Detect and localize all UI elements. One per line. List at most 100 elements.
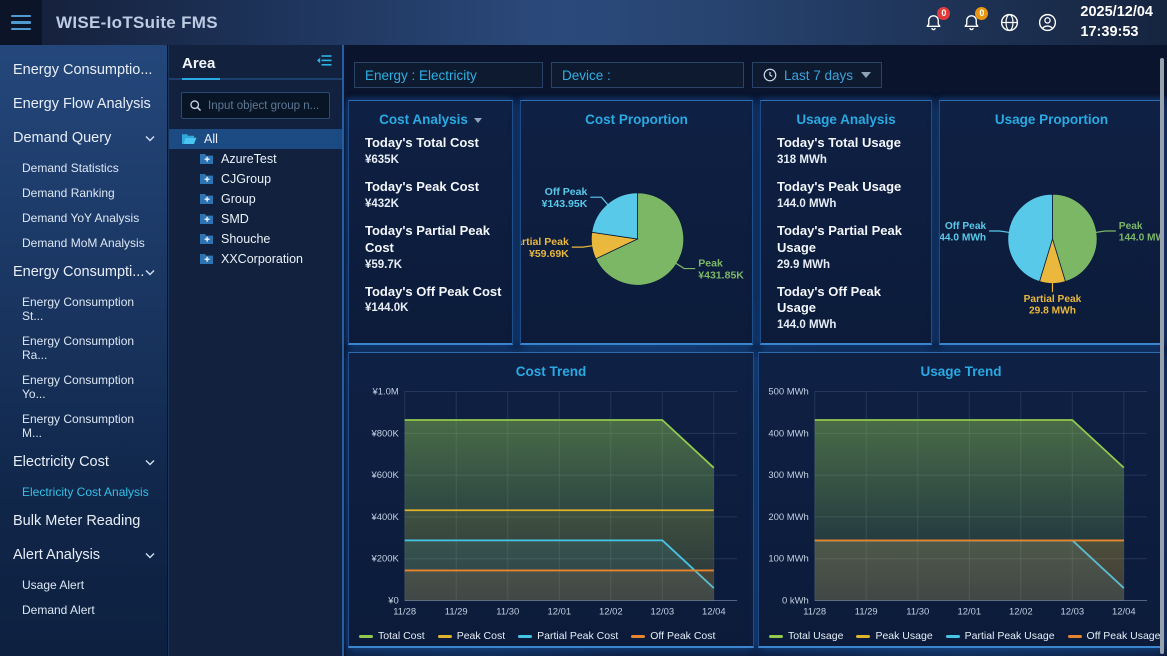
sidebar-item-label: Demand MoM Analysis [22,236,145,250]
usage-proportion-pie-chart[interactable]: Peak144.0 MWhPartial Peak29.8 MWhOff Pea… [940,129,1163,337]
stat-today-s-peak-cost: Today's Peak Cost¥432K [365,179,504,210]
sidebar-item-alert-analysis[interactable]: Alert Analysis [0,538,167,572]
legend-color-dash [856,635,870,638]
sidebar-item-energy-consumption-m[interactable]: Energy Consumption M... [0,406,167,445]
sidebar-item-energy-consumption-ra[interactable]: Energy Consumption Ra... [0,328,167,367]
svg-text:11/28: 11/28 [803,606,826,617]
datetime: 2025/12/04 17:39:53 [1080,3,1153,41]
tree-node-smd[interactable]: SMD [169,209,342,229]
sidebar-item-electricity-cost[interactable]: Electricity Cost [0,445,167,479]
tree-node-xxcorporation[interactable]: XXCorporation [169,249,342,269]
sidebar-item-label: Energy Consumption St... [22,295,155,323]
sidebar-item-label: Energy Consumptio... [13,62,152,78]
stat-value: ¥635K [365,154,504,166]
sidebar-item-demand-yoy-analysis[interactable]: Demand YoY Analysis [0,205,167,230]
stat-today-s-partial-peak-cost: Today's Partial Peak Cost¥59.7K [365,223,504,271]
topbar-actions: 0 0 [922,3,1167,41]
tree-node-label: CJGroup [221,172,271,186]
tree-node-label: Group [221,192,256,206]
hamburger-menu-icon[interactable] [0,0,42,45]
sidebar-item-demand-alert[interactable]: Demand Alert [0,597,167,622]
tree-node-cjgroup[interactable]: CJGroup [169,169,342,189]
time-range-selector[interactable]: Last 7 days [752,62,882,88]
sidebar-item-demand-ranking[interactable]: Demand Ranking [0,180,167,205]
sidebar-item-energy-consumption-yo[interactable]: Energy Consumption Yo... [0,367,167,406]
svg-text:Partial Peak29.8 MWh: Partial Peak29.8 MWh [1024,294,1082,317]
stat-label: Today's Off Peak Usage [777,284,923,318]
stat-value: 144.0 MWh [777,319,923,331]
sidebar-item-label: Demand Query [13,130,111,146]
tree-node-group[interactable]: Group [169,189,342,209]
usage-proportion-card: Usage Proportion Peak144.0 MWh Partial Pe… [939,100,1164,345]
area-panel-header: Area [169,45,342,80]
stat-value: ¥59.7K [365,259,504,271]
cost-proportion-card: Cost Proportion Peak¥431.85KPartial Peak… [520,100,753,345]
sidebar-item-label: Energy Consumption Yo... [22,373,155,401]
svg-text:Peak144.0 MWh: Peak144.0 MWh [1119,221,1163,244]
tree-node-all[interactable]: All [169,129,342,149]
tree-node-shouche[interactable]: Shouche [169,229,342,249]
stat-today-s-off-peak-usage: Today's Off Peak Usage144.0 MWh [777,284,923,332]
svg-text:Off Peak¥143.95K: Off Peak¥143.95K [542,186,588,210]
legend-item-total-usage[interactable]: Total Usage [769,630,843,642]
account-icon[interactable] [1036,12,1058,34]
sidebar-item-usage-alert[interactable]: Usage Alert [0,572,167,597]
notification-bell-icon[interactable]: 0 [960,12,982,34]
legend-item-peak-cost[interactable]: Peak Cost [438,630,505,642]
svg-text:12/04: 12/04 [702,606,726,617]
legend-item-partial-peak-cost[interactable]: Partial Peak Cost [518,630,618,642]
legend-item-off-peak-cost[interactable]: Off Peak Cost [631,630,715,642]
object-group-search[interactable] [181,92,330,119]
device-filter[interactable]: Device : [551,62,744,88]
legend-color-dash [631,635,645,638]
sidebar-item-energy-consumpti[interactable]: Energy Consumpti... [0,255,167,289]
legend-item-peak-usage[interactable]: Peak Usage [856,630,932,642]
stat-label: Today's Peak Usage [777,179,923,196]
sidebar-item-energy-consumptio[interactable]: Energy Consumptio... [0,53,167,87]
chevron-down-icon [145,269,155,276]
cost-analysis-title: Cost Analysis [379,112,468,127]
usage-proportion-title: Usage Proportion [995,112,1108,127]
cost-trend-title: Cost Trend [516,364,587,379]
vertical-scrollbar[interactable] [1160,58,1164,654]
clock-icon [763,68,777,82]
sidebar-item-demand-mom-analysis[interactable]: Demand MoM Analysis [0,230,167,255]
cost-trend-chart[interactable]: ¥0¥200K¥400K¥600K¥800K¥1.0M11/2811/2911/… [349,381,753,625]
svg-text:12/01: 12/01 [957,606,981,617]
sidebar-item-demand-statistics[interactable]: Demand Statistics [0,155,167,180]
stat-value: ¥432K [365,198,504,210]
sidebar-item-label: Demand Ranking [22,186,115,200]
legend-label: Peak Cost [457,630,505,642]
topbar: WISE-IoTSuite FMS 0 0 [0,0,1167,45]
search-icon [189,99,202,112]
cost-proportion-pie-chart[interactable]: Peak¥431.85KPartial Peak¥59.69KOff Peak¥… [521,129,752,337]
sidebar-item-energy-consumption-st[interactable]: Energy Consumption St... [0,289,167,328]
legend-item-off-peak-usage[interactable]: Off Peak Usage [1068,630,1161,642]
sidebar-item-energy-flow-analysis[interactable]: Energy Flow Analysis [0,87,167,121]
legend-color-dash [359,635,373,638]
legend-item-partial-peak-usage[interactable]: Partial Peak Usage [946,630,1055,642]
folder-plus-icon [199,233,214,245]
alert-bell-icon[interactable]: 0 [922,12,944,34]
legend-label: Total Usage [788,630,843,642]
sidebar-item-electricity-cost-analysis[interactable]: Electricity Cost Analysis [0,479,167,504]
collapse-panel-icon[interactable] [317,54,332,72]
legend-item-total-cost[interactable]: Total Cost [359,630,425,642]
search-input[interactable] [208,100,322,112]
folder-plus-icon [199,153,214,165]
legend-color-dash [438,635,452,638]
stat-value: 144.0 MWh [777,198,923,210]
tree-node-label: All [204,132,218,146]
language-globe-icon[interactable] [998,12,1020,34]
sidebar-item-bulk-meter-reading[interactable]: Bulk Meter Reading [0,504,167,538]
sidebar-item-demand-query[interactable]: Demand Query [0,121,167,155]
app-root: WISE-IoTSuite FMS 0 0 [0,0,1167,656]
energy-filter[interactable]: Energy : Electricity [354,62,543,88]
tree-node-azuretest[interactable]: AzureTest [169,149,342,169]
stat-today-s-total-cost: Today's Total Cost ¥635K [365,135,504,166]
caret-down-icon[interactable] [474,118,482,123]
stat-label: Today's Total Cost [365,135,504,152]
svg-text:11/30: 11/30 [906,606,929,617]
usage-trend-chart[interactable]: 0 kWh100 MWh200 MWh300 MWh400 MWh500 MWh… [759,381,1163,625]
svg-text:12/03: 12/03 [1060,606,1084,617]
